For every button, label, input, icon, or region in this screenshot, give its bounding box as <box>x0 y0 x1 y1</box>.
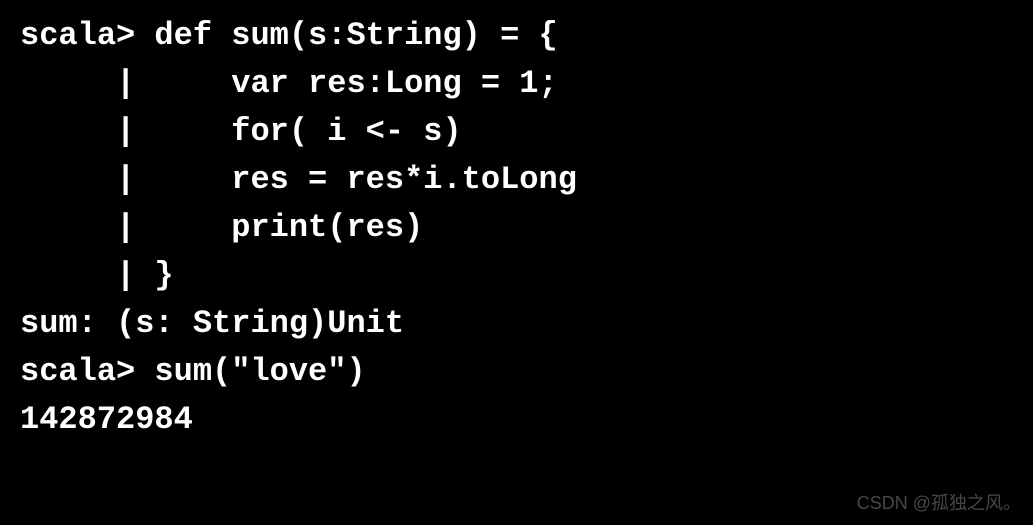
output-line: sum: (s: String)Unit <box>20 300 1013 348</box>
code-line: | var res:Long = 1; <box>20 60 1013 108</box>
code-line: | } <box>20 252 1013 300</box>
result-line: 142872984 <box>20 396 1013 444</box>
input-line: scala> sum("love") <box>20 348 1013 396</box>
code-line: | res = res*i.toLong <box>20 156 1013 204</box>
code-line: | for( i <- s) <box>20 108 1013 156</box>
code-line: | print(res) <box>20 204 1013 252</box>
code-line: scala> def sum(s:String) = { <box>20 12 1013 60</box>
terminal-output: scala> def sum(s:String) = { | var res:L… <box>20 12 1013 444</box>
watermark-text: CSDN @孤独之风。 <box>857 490 1021 517</box>
